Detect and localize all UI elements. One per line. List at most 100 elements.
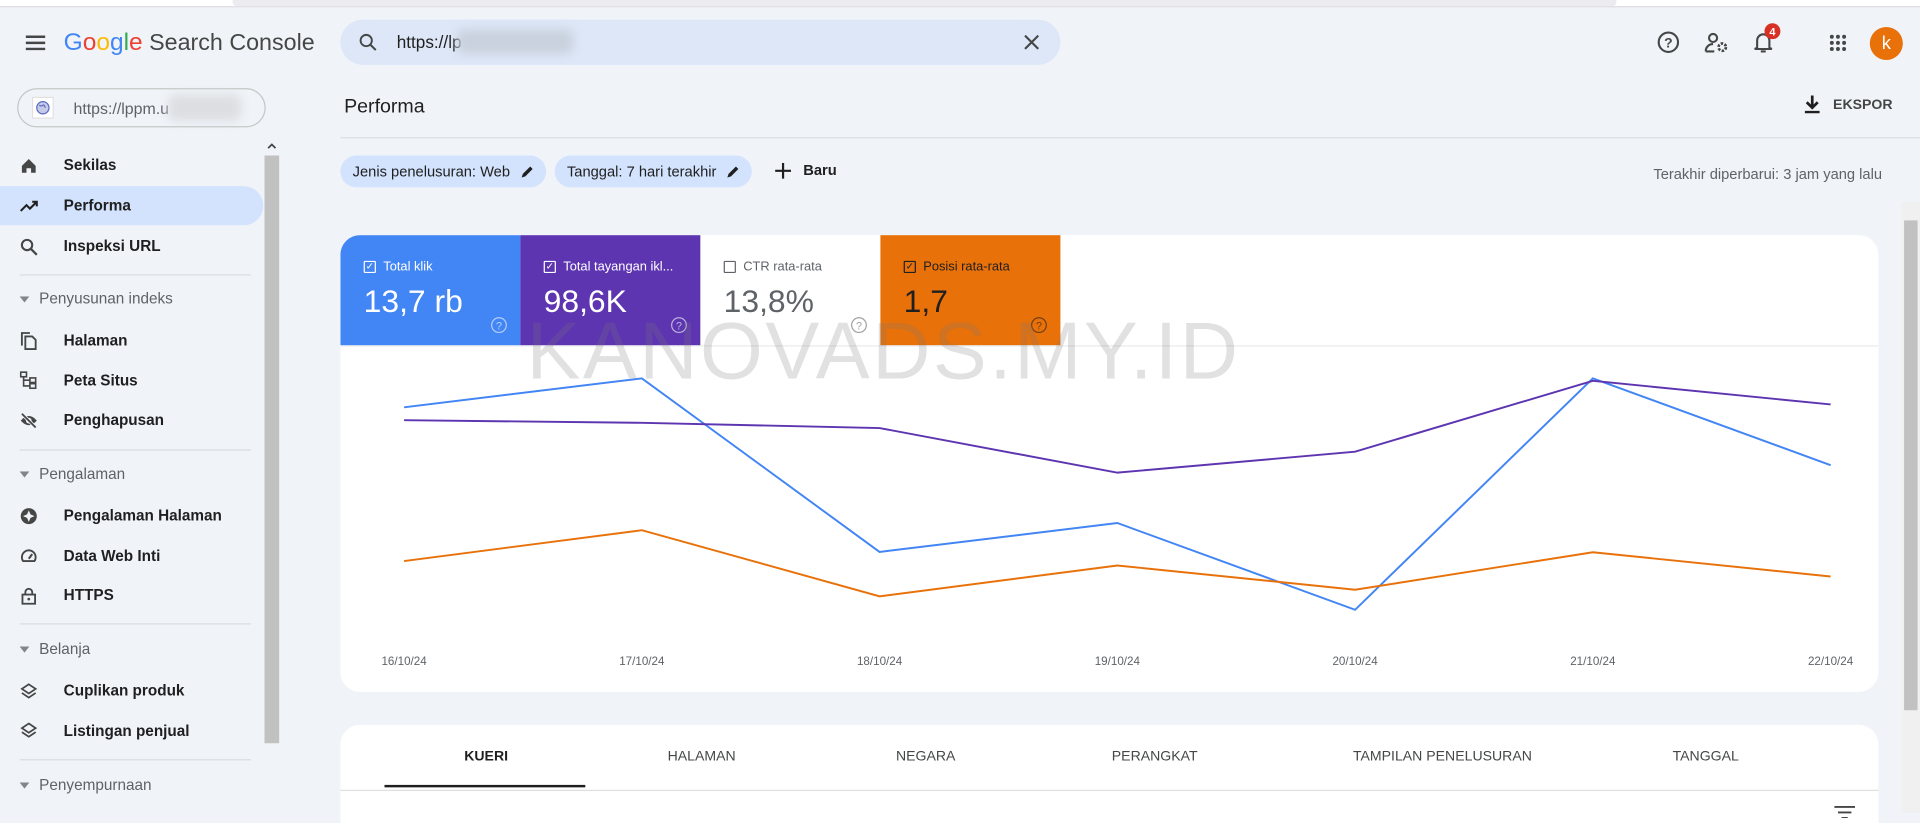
tab-tampilan-penelusuran[interactable]: TAMPILAN PENELUSURAN	[1353, 749, 1532, 764]
x-tick-label: 19/10/24	[1095, 655, 1141, 668]
series-line-2	[404, 530, 1831, 596]
last-updated-text: Terakhir diperbarui: 3 jam yang lalu	[1653, 165, 1882, 182]
property-selector[interactable]: https://lppm.u	[17, 88, 266, 127]
sidebar-item-inspeksi-url[interactable]: Inspeksi URL	[0, 227, 263, 266]
export-button[interactable]: EKSPOR	[1804, 96, 1893, 114]
x-tick-label: 21/10/24	[1570, 655, 1616, 668]
x-tick-label: 20/10/24	[1332, 655, 1378, 668]
sidebar-item-label: Performa	[64, 197, 131, 214]
sidebar-item-label: Data Web Inti	[64, 547, 161, 564]
browser-top-strip	[0, 0, 1920, 7]
sidebar-item-cuplikan-produk[interactable]: Cuplikan produk	[0, 671, 263, 710]
filter-rows-icon[interactable]	[1834, 806, 1855, 818]
speedometer-icon	[0, 546, 64, 564]
sidebar-item-performa[interactable]: Performa	[0, 186, 263, 225]
tab-perangkat[interactable]: PERANGKAT	[1112, 749, 1198, 764]
sidebar-section-belanja[interactable]: Belanja	[20, 640, 91, 657]
sidebar-item-label: Peta Situs	[64, 372, 138, 389]
sidebar-item-label: HTTPS	[64, 587, 114, 604]
svg-text:?: ?	[1664, 34, 1673, 50]
edit-icon	[726, 165, 739, 178]
sidebar-item-label: Pengalaman Halaman	[64, 507, 222, 524]
new-filter-label: Baru	[803, 162, 836, 179]
active-tab-indicator	[384, 785, 585, 787]
globe-icon	[32, 97, 54, 119]
sidebar-item-penghapusan[interactable]: Penghapusan	[0, 401, 263, 440]
x-tick-label: 22/10/24	[1808, 655, 1854, 668]
sidebar-item-pengalaman-halaman[interactable]: Pengalaman Halaman	[0, 496, 263, 535]
section-label: Penyempurnaan	[39, 776, 151, 793]
account-avatar[interactable]: k	[1870, 27, 1903, 60]
filter-chip-date[interactable]: Tanggal: 7 hari terakhir	[555, 156, 752, 188]
filter-chip-search-type[interactable]: Jenis penelusuran: Web	[340, 156, 545, 188]
property-url: https://lppm.u	[73, 99, 169, 117]
tab-tanggal[interactable]: TANGGAL	[1673, 749, 1739, 764]
sidebar-item-halaman[interactable]: Halaman	[0, 321, 263, 360]
admin-settings-icon[interactable]	[1704, 32, 1728, 54]
performance-chart-card: ✓Total klik13,7 rb?✓Total tayangan ikl..…	[340, 235, 1878, 692]
header-divider	[340, 137, 1920, 138]
apps-grid-icon[interactable]	[1829, 34, 1846, 51]
series-line-0	[404, 378, 1831, 609]
sidebar-item-label: Sekilas	[64, 157, 117, 174]
sidebar-item-https[interactable]: HTTPS	[0, 576, 263, 615]
x-tick-label: 18/10/24	[857, 655, 903, 668]
notification-badge: 4	[1764, 23, 1780, 39]
caret-down-icon	[20, 296, 30, 302]
caret-down-icon	[20, 471, 30, 477]
sidebar-section-pengalaman[interactable]: Pengalaman	[20, 465, 126, 482]
export-label: EKSPOR	[1833, 97, 1892, 112]
page-scrollbar[interactable]	[1902, 202, 1920, 813]
x-tick-label: 17/10/24	[619, 655, 665, 668]
tab-halaman[interactable]: HALAMAN	[668, 749, 736, 764]
close-icon[interactable]	[1024, 34, 1040, 50]
home-icon	[0, 156, 64, 174]
plus-icon	[775, 162, 791, 178]
performance-line-chart: 16/10/24 17/10/24 18/10/24 19/10/24 20/10/24…	[340, 235, 1878, 692]
sidebar-section-penyempurnaan[interactable]: Penyempurnaan	[20, 776, 152, 793]
lock-icon	[0, 586, 64, 604]
search-value: https://lp	[397, 32, 462, 52]
sidebar-divider	[20, 623, 251, 624]
filter-label: Tanggal: 7 hari terakhir	[567, 163, 716, 180]
tab-kueri[interactable]: KUERI	[464, 749, 508, 764]
sidebar-item-label: Listingan penjual	[64, 722, 190, 739]
sidebar-divider	[20, 274, 251, 275]
sidebar-scrollbar[interactable]	[263, 138, 280, 813]
download-icon	[1804, 96, 1821, 114]
app-logo[interactable]: Google Search Console	[64, 29, 315, 57]
sidebar-item-listingan-penjual[interactable]: Listingan penjual	[0, 711, 263, 750]
google-logo: Google	[64, 29, 143, 56]
sidebar-divider	[20, 759, 251, 760]
product-name: Search Console	[149, 31, 315, 57]
caret-down-icon	[20, 782, 30, 788]
section-label: Penyusunan indeks	[39, 290, 173, 307]
search-icon	[0, 237, 64, 255]
page-experience-icon	[0, 506, 64, 524]
section-label: Belanja	[39, 640, 90, 657]
dimension-tabs-card: KUERI HALAMAN NEGARA PERANGKAT TAMPILAN PENE…	[340, 725, 1878, 823]
caret-down-icon	[20, 646, 30, 652]
pages-icon	[0, 331, 64, 349]
sidebar-item-peta-situs[interactable]: Peta Situs	[0, 361, 263, 400]
edit-icon	[520, 165, 533, 178]
search-icon	[358, 32, 379, 53]
page-title: Performa	[344, 97, 425, 119]
sidebar-item-data-web-inti[interactable]: Data Web Inti	[0, 536, 263, 575]
series-line-1	[404, 381, 1831, 473]
notifications-button[interactable]: 4	[1752, 31, 1776, 55]
section-label: Pengalaman	[39, 465, 125, 482]
new-filter-button[interactable]: Baru	[775, 162, 837, 179]
sidebar-item-sekilas[interactable]: Sekilas	[0, 146, 263, 185]
sidebar-section-penyusunan-indeks[interactable]: Penyusunan indeks	[20, 290, 173, 307]
sidebar-item-label: Penghapusan	[64, 412, 164, 429]
search-input[interactable]: https://lp	[340, 20, 1060, 65]
help-icon[interactable]: ?	[1657, 31, 1680, 54]
sidebar-item-label: Inspeksi URL	[64, 238, 161, 255]
layers-icon	[0, 681, 64, 699]
menu-icon[interactable]	[24, 32, 46, 54]
trending-up-icon	[0, 197, 64, 215]
sidebar-divider	[20, 449, 251, 450]
x-tick-label: 16/10/24	[381, 655, 427, 668]
tab-negara[interactable]: NEGARA	[896, 749, 955, 764]
